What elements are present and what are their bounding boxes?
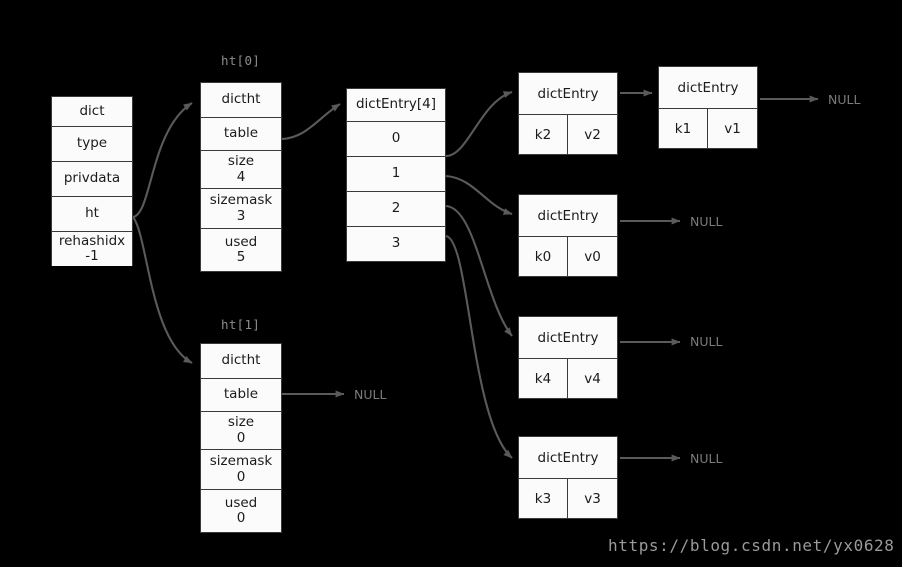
ht1-field-dictht-label: dictht [221,352,261,369]
dict-field-privdata: privdata [52,162,132,197]
null-label-chain0: NULL [828,92,861,107]
ht1-field-sizemask: sizemask 0 [201,450,281,490]
ht1-field-table: table [201,379,281,412]
dict-entry-k1-value: v1 [724,120,741,137]
dict-field-rehashidx-value: -1 [85,248,99,264]
dict-entry-k2-kv: k2 v2 [519,115,617,154]
dict-entry-k0-value: v0 [584,248,601,265]
ht1-dictht-box: dictht table size 0 sizemask 0 used 0 [200,343,282,533]
bucket-slot-3-label: 3 [391,235,401,252]
dict-field-ht-label: ht [85,205,99,222]
ht1-field-sizemask-value: 0 [236,468,246,485]
ht1-field-sizemask-label: sizemask [209,453,273,470]
bucket-slot-2-label: 2 [391,200,401,217]
dict-entry-k1-key: k1 [659,109,708,148]
ht0-field-size: size 4 [201,151,281,189]
bucket-slot-1-label: 1 [391,165,401,182]
diagram-canvas: dict type privdata ht rehashidx -1 ht[0]… [0,0,902,567]
ht1-group-label: ht[1] [221,317,261,332]
dict-entry-k2: dictEntry k2 v2 [518,72,618,155]
connector-arrows [132,89,819,462]
dict-entry-k3-key: k3 [519,479,568,518]
null-label-chain1: NULL [690,214,723,229]
bucket-array-header: dictEntry[4] [347,89,445,122]
ht0-field-sizemask-label: sizemask [209,192,273,209]
dict-entry-k3-value: v3 [584,490,601,507]
dict-field-dict: dict [52,97,132,127]
dict-entry-k1-kv: k1 v1 [659,109,757,148]
dict-entry-k0-key: k0 [519,237,568,276]
watermark-text: https://blog.csdn.net/yx0628 [608,536,895,555]
dict-struct-box: dict type privdata ht rehashidx -1 [51,96,133,266]
ht1-field-dictht: dictht [201,344,281,379]
null-label-chain3: NULL [690,451,723,466]
ht0-dictht-box: dictht table size 4 sizemask 3 used 5 [200,82,282,272]
dict-entry-k3-kv: k3 v3 [519,479,617,518]
ht0-field-table: table [201,118,281,151]
dict-field-ht: ht [52,197,132,232]
ht1-field-size-label: size [227,414,255,431]
ht0-field-used: used 5 [201,229,281,271]
ht1-field-used-value: 0 [236,510,246,526]
ht0-field-used-label: used [224,233,258,250]
bucket-slot-0: 0 [347,122,445,157]
bucket-slot-2: 2 [347,192,445,227]
dict-entry-k3: dictEntry k3 v3 [518,436,618,519]
dict-entry-k4-key: k4 [519,359,568,398]
dict-entry-k2-key: k2 [519,115,568,154]
dict-field-rehashidx: rehashidx -1 [52,232,132,266]
bucket-slot-3: 3 [347,227,445,261]
dict-entry-k2-value: v2 [584,126,601,143]
dict-entry-k4-value: v4 [584,370,601,387]
ht0-field-sizemask: sizemask 3 [201,189,281,229]
dict-entry-k4: dictEntry k4 v4 [518,316,618,399]
ht1-field-size-value: 0 [236,429,246,446]
dict-entry-k3-header: dictEntry [519,437,617,479]
dict-entry-k0-kv: k0 v0 [519,237,617,276]
null-label-ht1-table: NULL [354,387,387,402]
bucket-slot-0-label: 0 [391,130,401,147]
bucket-array-header-label: dictEntry[4] [355,96,437,113]
dict-entry-k0: dictEntry k0 v0 [518,194,618,277]
dict-entry-k1-header: dictEntry [659,67,757,109]
ht0-field-dictht: dictht [201,83,281,118]
ht0-field-used-value: 5 [236,249,246,265]
bucket-slot-1: 1 [347,157,445,192]
ht1-field-table-label: table [223,386,259,403]
ht0-group-label: ht[0] [221,53,261,68]
dict-field-rehashidx-label: rehashidx [58,232,126,249]
ht1-field-used: used 0 [201,490,281,532]
dict-field-type: type [52,127,132,162]
ht0-field-table-label: table [223,125,259,142]
ht1-field-size: size 0 [201,412,281,450]
dict-entry-k4-kv: k4 v4 [519,359,617,398]
dict-field-type-label: type [76,135,108,152]
dict-field-dict-label: dict [79,102,105,119]
ht0-field-size-label: size [227,153,255,170]
dict-field-privdata-label: privdata [63,170,121,187]
dict-entry-k4-header: dictEntry [519,317,617,359]
ht0-field-size-value: 4 [236,168,246,185]
ht0-field-dictht-label: dictht [221,91,261,108]
dict-entry-k2-header: dictEntry [519,73,617,115]
bucket-array-box: dictEntry[4] 0 1 2 3 [346,88,446,262]
dict-entry-k1: dictEntry k1 v1 [658,66,758,149]
dict-entry-k0-header: dictEntry [519,195,617,237]
null-label-chain2: NULL [690,334,723,349]
ht0-field-sizemask-value: 3 [236,207,246,224]
ht1-field-used-label: used [224,494,258,511]
